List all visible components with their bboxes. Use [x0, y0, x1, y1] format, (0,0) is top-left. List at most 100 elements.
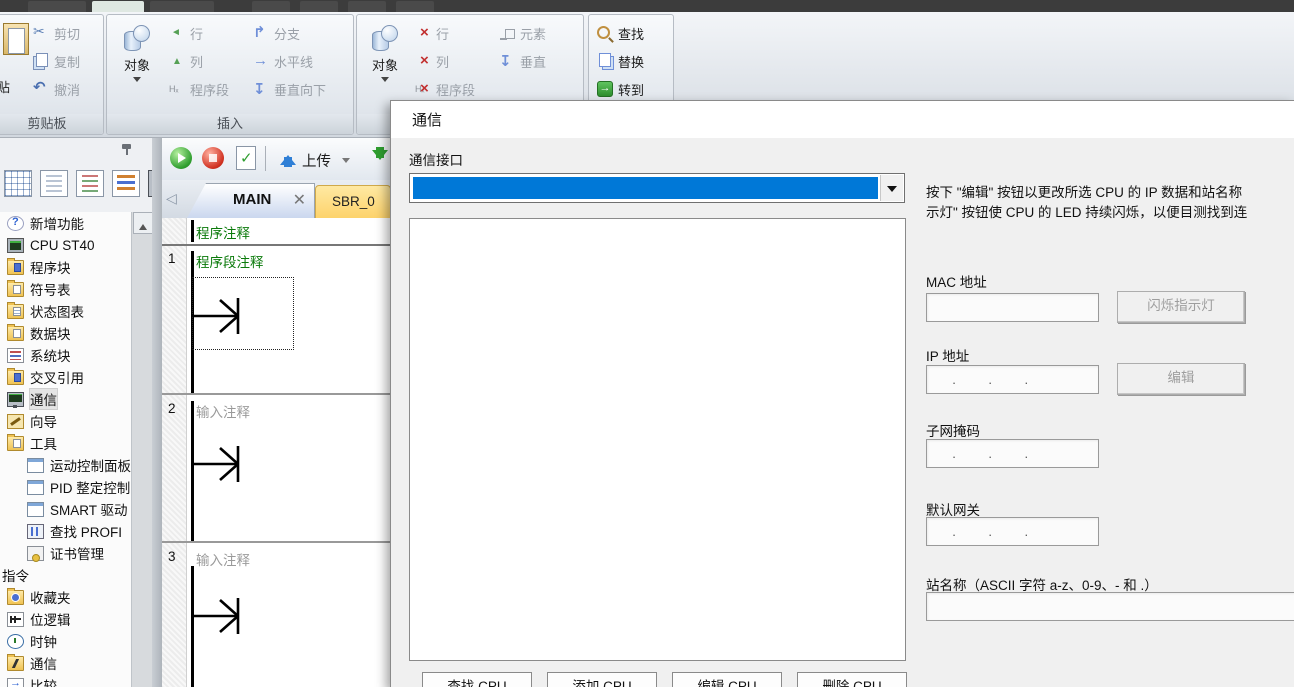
subnet-mask-field[interactable]: . . . — [926, 439, 1099, 468]
tree-item-symbol-table[interactable]: 符号表 — [0, 278, 131, 300]
menu-tab-active[interactable] — [92, 1, 144, 12]
edit-cpu-button[interactable]: 编辑 CPU — [672, 672, 782, 687]
network-comment[interactable]: 输入注释 — [196, 549, 250, 569]
undo-button[interactable]: 撤消 — [33, 77, 80, 101]
tree-item-status-chart[interactable]: 状态图表 — [0, 300, 131, 322]
network-comment[interactable]: 输入注释 — [196, 401, 250, 421]
menu-tab[interactable] — [348, 1, 386, 12]
combobox-dropdown-icon[interactable] — [880, 175, 903, 201]
delete-element-button[interactable]: 元素 — [499, 21, 546, 45]
communication-dialog: 通信 通信接口 查找 CPU 添加 CPU 编辑 CPU 删除 CPU 按下 "… — [390, 100, 1294, 687]
stop-button[interactable] — [202, 147, 224, 169]
tree-item-program-block[interactable]: 程序块 — [0, 256, 131, 278]
tree-item-smart-drive[interactable]: SMART 驱动 — [0, 498, 131, 520]
tree-item-whats-new[interactable]: 新增功能 — [0, 212, 131, 234]
tree-item-cross-reference[interactable]: 交叉引用 — [0, 366, 131, 388]
tree-item-motion-panel[interactable]: 运动控制面板 — [0, 454, 131, 476]
power-rail — [191, 220, 194, 242]
tab-sbr0[interactable]: SBR_0 — [315, 185, 391, 220]
goto-button[interactable]: 转到 — [597, 77, 644, 101]
insert-row-button[interactable]: 行 — [169, 21, 203, 45]
ip-address-field[interactable]: . . . — [926, 365, 1099, 394]
paste-button[interactable]: 贴 — [0, 77, 10, 96]
add-cpu-button[interactable]: 添加 CPU — [547, 672, 657, 687]
delete-row-button[interactable]: 行 — [415, 21, 449, 45]
tree-item-favorites[interactable]: 收藏夹 — [0, 586, 131, 608]
insert-vdown-button[interactable]: 垂直向下 — [253, 77, 326, 101]
station-name-label: 站名称（ASCII 字符 a-z、0-9、- 和 .） — [926, 574, 1158, 594]
delete-col-button[interactable]: 列 — [415, 49, 449, 73]
edit-button[interactable]: 编辑 — [1117, 363, 1245, 395]
pin-icon[interactable] — [122, 144, 132, 156]
gateway-label: 默认网关 — [926, 499, 980, 519]
output-view-icon[interactable] — [112, 170, 140, 197]
ribbon-group-clipboard: 贴 剪切 复制 撤消 剪贴板 — [0, 14, 104, 135]
insert-hline-button[interactable]: 水平线 — [253, 49, 313, 73]
tree-item-communication-instr[interactable]: 通信 — [0, 652, 131, 674]
cpu-list-box[interactable] — [409, 218, 906, 661]
download-icon[interactable] — [372, 147, 388, 168]
insert-branch-button[interactable]: 分支 — [253, 21, 300, 45]
upload-dropdown-icon[interactable] — [342, 158, 350, 167]
close-icon[interactable]: ✕ — [293, 190, 306, 210]
panel-splitter[interactable] — [152, 137, 162, 687]
tree-item-wizard[interactable]: 向导 — [0, 410, 131, 432]
network-number: 1 — [168, 251, 176, 266]
compile-button[interactable] — [236, 146, 256, 170]
certificate-icon — [27, 546, 44, 561]
tree-item-cpu[interactable]: CPU ST40 — [0, 234, 131, 256]
delete-vertical-button[interactable]: 垂直 — [499, 49, 546, 73]
find-cpu-button[interactable]: 查找 CPU — [422, 672, 532, 687]
scroll-up-icon[interactable] — [133, 212, 154, 234]
tree-item-compare[interactable]: 比较 — [0, 674, 131, 687]
cut-button[interactable]: 剪切 — [33, 21, 80, 45]
menu-tab[interactable] — [150, 1, 214, 12]
object-icon — [372, 25, 398, 51]
replace-button[interactable]: 替换 — [597, 49, 644, 73]
delete-cpu-button[interactable]: 删除 CPU — [797, 672, 907, 687]
upload-button[interactable]: 上传 — [302, 150, 331, 171]
data-block-view-icon[interactable] — [76, 170, 104, 197]
chevron-down-icon — [381, 77, 389, 86]
tree-item-certificate[interactable]: 证书管理 — [0, 542, 131, 564]
insert-col-button[interactable]: 列 — [169, 49, 203, 73]
insert-network-button[interactable]: 程序段 — [169, 77, 229, 101]
tree-item-tools[interactable]: 工具 — [0, 432, 131, 454]
tree-item-find-profinet[interactable]: 查找 PROFI — [0, 520, 131, 542]
menu-tab[interactable] — [28, 1, 86, 12]
dialog-title-bar[interactable]: 通信 — [391, 101, 1294, 138]
station-name-field[interactable] — [926, 592, 1294, 621]
tree-item-bit-logic[interactable]: 位逻辑 — [0, 608, 131, 630]
copy-button[interactable]: 复制 — [33, 49, 80, 73]
tab-scroll-left-icon[interactable]: ◁ — [166, 190, 177, 207]
tab-main[interactable]: MAIN ✕ — [186, 183, 315, 220]
interface-combobox[interactable] — [409, 173, 905, 203]
tree-item-data-block[interactable]: 数据块 — [0, 322, 131, 344]
panel-icon — [27, 502, 44, 517]
mac-address-field[interactable] — [926, 293, 1099, 322]
tree-item-pid-tune[interactable]: PID 整定控制 — [0, 476, 131, 498]
status-chart-view-icon[interactable] — [40, 170, 68, 197]
group-label-insert: 插入 — [107, 114, 353, 134]
flash-indicator-button[interactable]: 闪烁指示灯 — [1117, 291, 1245, 323]
tree-scrollbar[interactable] — [131, 212, 153, 687]
tree-item-system-block[interactable]: 系统块 — [0, 344, 131, 366]
project-tree-panel: 新增功能 CPU ST40 程序块 符号表 状态图表 数据块 系统块 交叉引用 … — [0, 137, 162, 687]
run-button[interactable] — [170, 147, 192, 169]
menu-tab[interactable] — [396, 1, 434, 12]
find-button[interactable]: 查找 — [597, 21, 644, 45]
delete-object-button[interactable]: 对象 — [363, 19, 407, 113]
menu-tab[interactable] — [252, 1, 290, 12]
subnet-label: 子网掩码 — [926, 420, 980, 440]
program-comment[interactable]: 程序注释 — [196, 222, 250, 242]
network-comment[interactable]: 程序段注释 — [196, 251, 264, 271]
tree-item-clock[interactable]: 时钟 — [0, 630, 131, 652]
tree-item-communication[interactable]: 通信 — [0, 388, 131, 410]
menu-tab[interactable] — [300, 1, 338, 12]
group-label-clipboard: 剪贴板 — [0, 114, 103, 134]
default-gateway-field[interactable]: . . . — [926, 517, 1099, 546]
symbol-table-view-icon[interactable] — [4, 170, 32, 197]
delete-network-button[interactable]: 程序段 — [415, 77, 475, 101]
folder-icon — [7, 326, 24, 341]
insert-object-button[interactable]: 对象 — [115, 19, 159, 113]
